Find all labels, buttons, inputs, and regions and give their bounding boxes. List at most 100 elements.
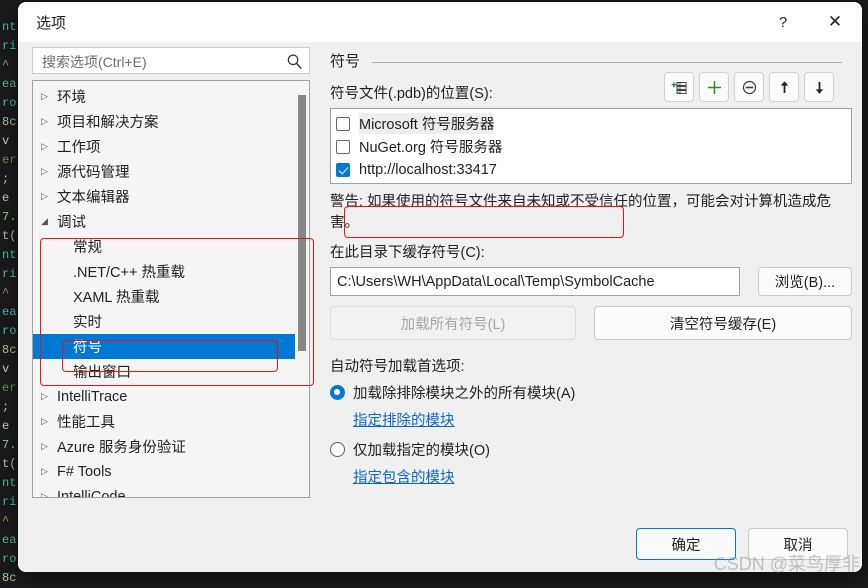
radio-load-all-except[interactable]: 加载除排除模块之外的所有模块(A) — [330, 382, 575, 403]
tree-item-label: 工作项 — [57, 140, 101, 156]
dialog-body: ▷环境▷项目和解决方案▷工作项▷源代码管理▷文本编辑器◢调试常规.NET/C++… — [18, 42, 862, 572]
symbol-path-row[interactable]: http://localhost:33417 — [334, 158, 851, 181]
close-button[interactable]: ✕ — [812, 2, 858, 42]
checkbox[interactable] — [336, 116, 350, 131]
remove-location-button[interactable] — [734, 72, 764, 102]
tree-item[interactable]: ▷ 环境 — [33, 84, 295, 109]
clear-symbol-cache-button[interactable]: 清空符号缓存(E) — [594, 306, 852, 340]
search-box[interactable] — [32, 47, 310, 75]
tree-item[interactable]: 实时 — [33, 309, 295, 334]
ok-button[interactable]: 确定 — [636, 528, 736, 560]
autoload-label: 自动符号加载首选项: — [330, 359, 465, 375]
chevron-down-icon[interactable]: ◢ — [41, 216, 57, 227]
plus-icon — [707, 80, 721, 94]
chevron-right-icon[interactable]: ▷ — [41, 191, 57, 202]
tree-scrollbar-thumb[interactable] — [298, 95, 306, 351]
tree-item-label: 输出窗口 — [73, 365, 131, 381]
symbol-path-row[interactable]: Microsoft 符号服务器 — [334, 112, 851, 135]
cancel-button[interactable]: 取消 — [748, 528, 848, 560]
arrow-up-icon — [780, 80, 788, 93]
cache-directory-input[interactable] — [330, 267, 740, 296]
tree-item[interactable]: ▷ IntelliTrace — [33, 384, 295, 409]
section-header: 符号 — [330, 50, 842, 71]
tree-item-label: F# Tools — [57, 463, 112, 480]
chevron-right-icon[interactable]: ▷ — [41, 441, 57, 452]
section-title: 符号 — [330, 53, 361, 70]
radio-load-only-specified[interactable]: 仅加载指定的模块(O) — [330, 439, 490, 460]
symbol-path-label: http://localhost:33417 — [359, 161, 497, 178]
minus-circle-icon — [742, 80, 756, 94]
options-dialog: 选项 ? ✕ ▷环境▷项目和解决方案▷工作项▷源代码管理▷文本编辑器◢调试常规.… — [18, 2, 862, 572]
tree-item-label: 环境 — [57, 90, 86, 106]
tree-item-label: XAML 热重载 — [73, 290, 160, 306]
load-all-symbols-button[interactable]: 加载所有符号(L) — [330, 306, 576, 340]
tree-item-label: .NET/C++ 热重载 — [73, 265, 185, 281]
chevron-right-icon[interactable]: ▷ — [41, 491, 57, 497]
dialog-titlebar: 选项 ? ✕ — [18, 2, 862, 42]
new-location-button[interactable] — [664, 72, 694, 102]
tree-item[interactable]: .NET/C++ 热重载 — [33, 259, 295, 284]
tree-item[interactable]: 输出窗口 — [33, 359, 295, 384]
tree-item-label: 项目和解决方案 — [57, 115, 159, 131]
tree-item[interactable]: ◢ 调试 — [33, 209, 295, 234]
tree-item[interactable]: ▷ F# Tools — [33, 459, 295, 484]
tree-item[interactable]: ▷ 文本编辑器 — [33, 184, 295, 209]
tree-item-label: 调试 — [57, 215, 86, 231]
tree-item[interactable]: ▷ IntelliCode — [33, 484, 295, 498]
specify-included-modules-link[interactable]: 指定包含的模块 — [353, 466, 455, 487]
tree-item[interactable]: ▷ 项目和解决方案 — [33, 109, 295, 134]
options-tree-list: ▷ 环境 ▷ 项目和解决方案 ▷ 工作项 ▷ 源代码管理 ▷ 文本编辑器 ◢ 调试 常规 .NET/C++… — [33, 81, 295, 498]
tree-item[interactable]: 符号 — [33, 334, 295, 359]
chevron-right-icon[interactable]: ▷ — [41, 466, 57, 477]
add-location-button[interactable] — [699, 72, 729, 102]
checkbox[interactable] — [336, 162, 350, 177]
arrow-down-icon — [815, 81, 823, 94]
close-icon: ✕ — [827, 12, 843, 31]
move-up-button[interactable] — [769, 72, 799, 102]
left-pane: ▷环境▷项目和解决方案▷工作项▷源代码管理▷文本编辑器◢调试常规.NET/C++… — [32, 47, 312, 498]
chevron-right-icon[interactable]: ▷ — [41, 391, 57, 402]
tree-item[interactable]: ▷ 性能工具 — [33, 409, 295, 434]
browse-button[interactable]: 浏览(B)... — [758, 267, 852, 296]
radio-load-only-specified-label: 仅加载指定的模块(O) — [353, 443, 490, 459]
chevron-right-icon[interactable]: ▷ — [41, 91, 57, 102]
tree-item-label: 文本编辑器 — [57, 190, 130, 206]
tree-scrollbar[interactable] — [295, 81, 309, 497]
tree-item-label: 性能工具 — [57, 415, 115, 431]
checkbox[interactable] — [336, 139, 350, 154]
tree-item[interactable]: ▷ Azure 服务身份验证 — [33, 434, 295, 459]
radio-indicator-unselected — [330, 442, 345, 457]
chevron-right-icon[interactable]: ▷ — [41, 416, 57, 427]
tree-item[interactable]: ▷ 工作项 — [33, 134, 295, 159]
symbol-path-row[interactable]: NuGet.org 符号服务器 — [334, 135, 851, 158]
question-mark-icon: ? — [778, 13, 788, 31]
tree-item[interactable]: 常规 — [33, 234, 295, 259]
tree-item-label: 常规 — [73, 240, 102, 256]
warning-text: 警告: 如果使用的符号文件来自未知或不受信任的位置，可能会对计算机造成危害。 — [330, 194, 832, 231]
section-divider — [372, 61, 842, 63]
specify-excluded-modules-link[interactable]: 指定排除的模块 — [353, 409, 455, 430]
chevron-right-icon[interactable]: ▷ — [41, 141, 57, 152]
tree-item[interactable]: XAML 热重载 — [33, 284, 295, 309]
chevron-right-icon[interactable]: ▷ — [41, 116, 57, 127]
cache-directory-label: 在此目录下缓存符号(C): — [330, 245, 485, 261]
search-input[interactable] — [40, 48, 281, 75]
tree-item-label: 实时 — [73, 315, 102, 331]
tree-item[interactable]: ▷ 源代码管理 — [33, 159, 295, 184]
tree-item-label: IntelliCode — [57, 488, 126, 498]
move-down-button[interactable] — [804, 72, 834, 102]
tree-item-label: 源代码管理 — [57, 165, 130, 181]
symbol-path-label: Microsoft 符号服务器 — [359, 113, 495, 134]
symbol-paths-list[interactable]: Microsoft 符号服务器 NuGet.org 符号服务器 http://loc… — [330, 108, 852, 184]
tree-item-label: IntelliTrace — [57, 388, 128, 405]
new-location-icon — [671, 81, 686, 94]
search-icon — [287, 54, 302, 70]
help-button[interactable]: ? — [760, 2, 806, 42]
radio-indicator-selected — [330, 385, 345, 400]
dialog-title: 选项 — [36, 15, 67, 32]
options-tree[interactable]: ▷ 环境 ▷ 项目和解决方案 ▷ 工作项 ▷ 源代码管理 ▷ 文本编辑器 ◢ 调试 常规 .NET/C++… — [32, 80, 310, 498]
symbol-paths-label: 符号文件(.pdb)的位置(S): — [330, 86, 493, 102]
chevron-right-icon[interactable]: ▷ — [41, 166, 57, 177]
symbol-paths-toolbar — [664, 72, 834, 102]
tree-item-label: Azure 服务身份验证 — [57, 440, 186, 456]
